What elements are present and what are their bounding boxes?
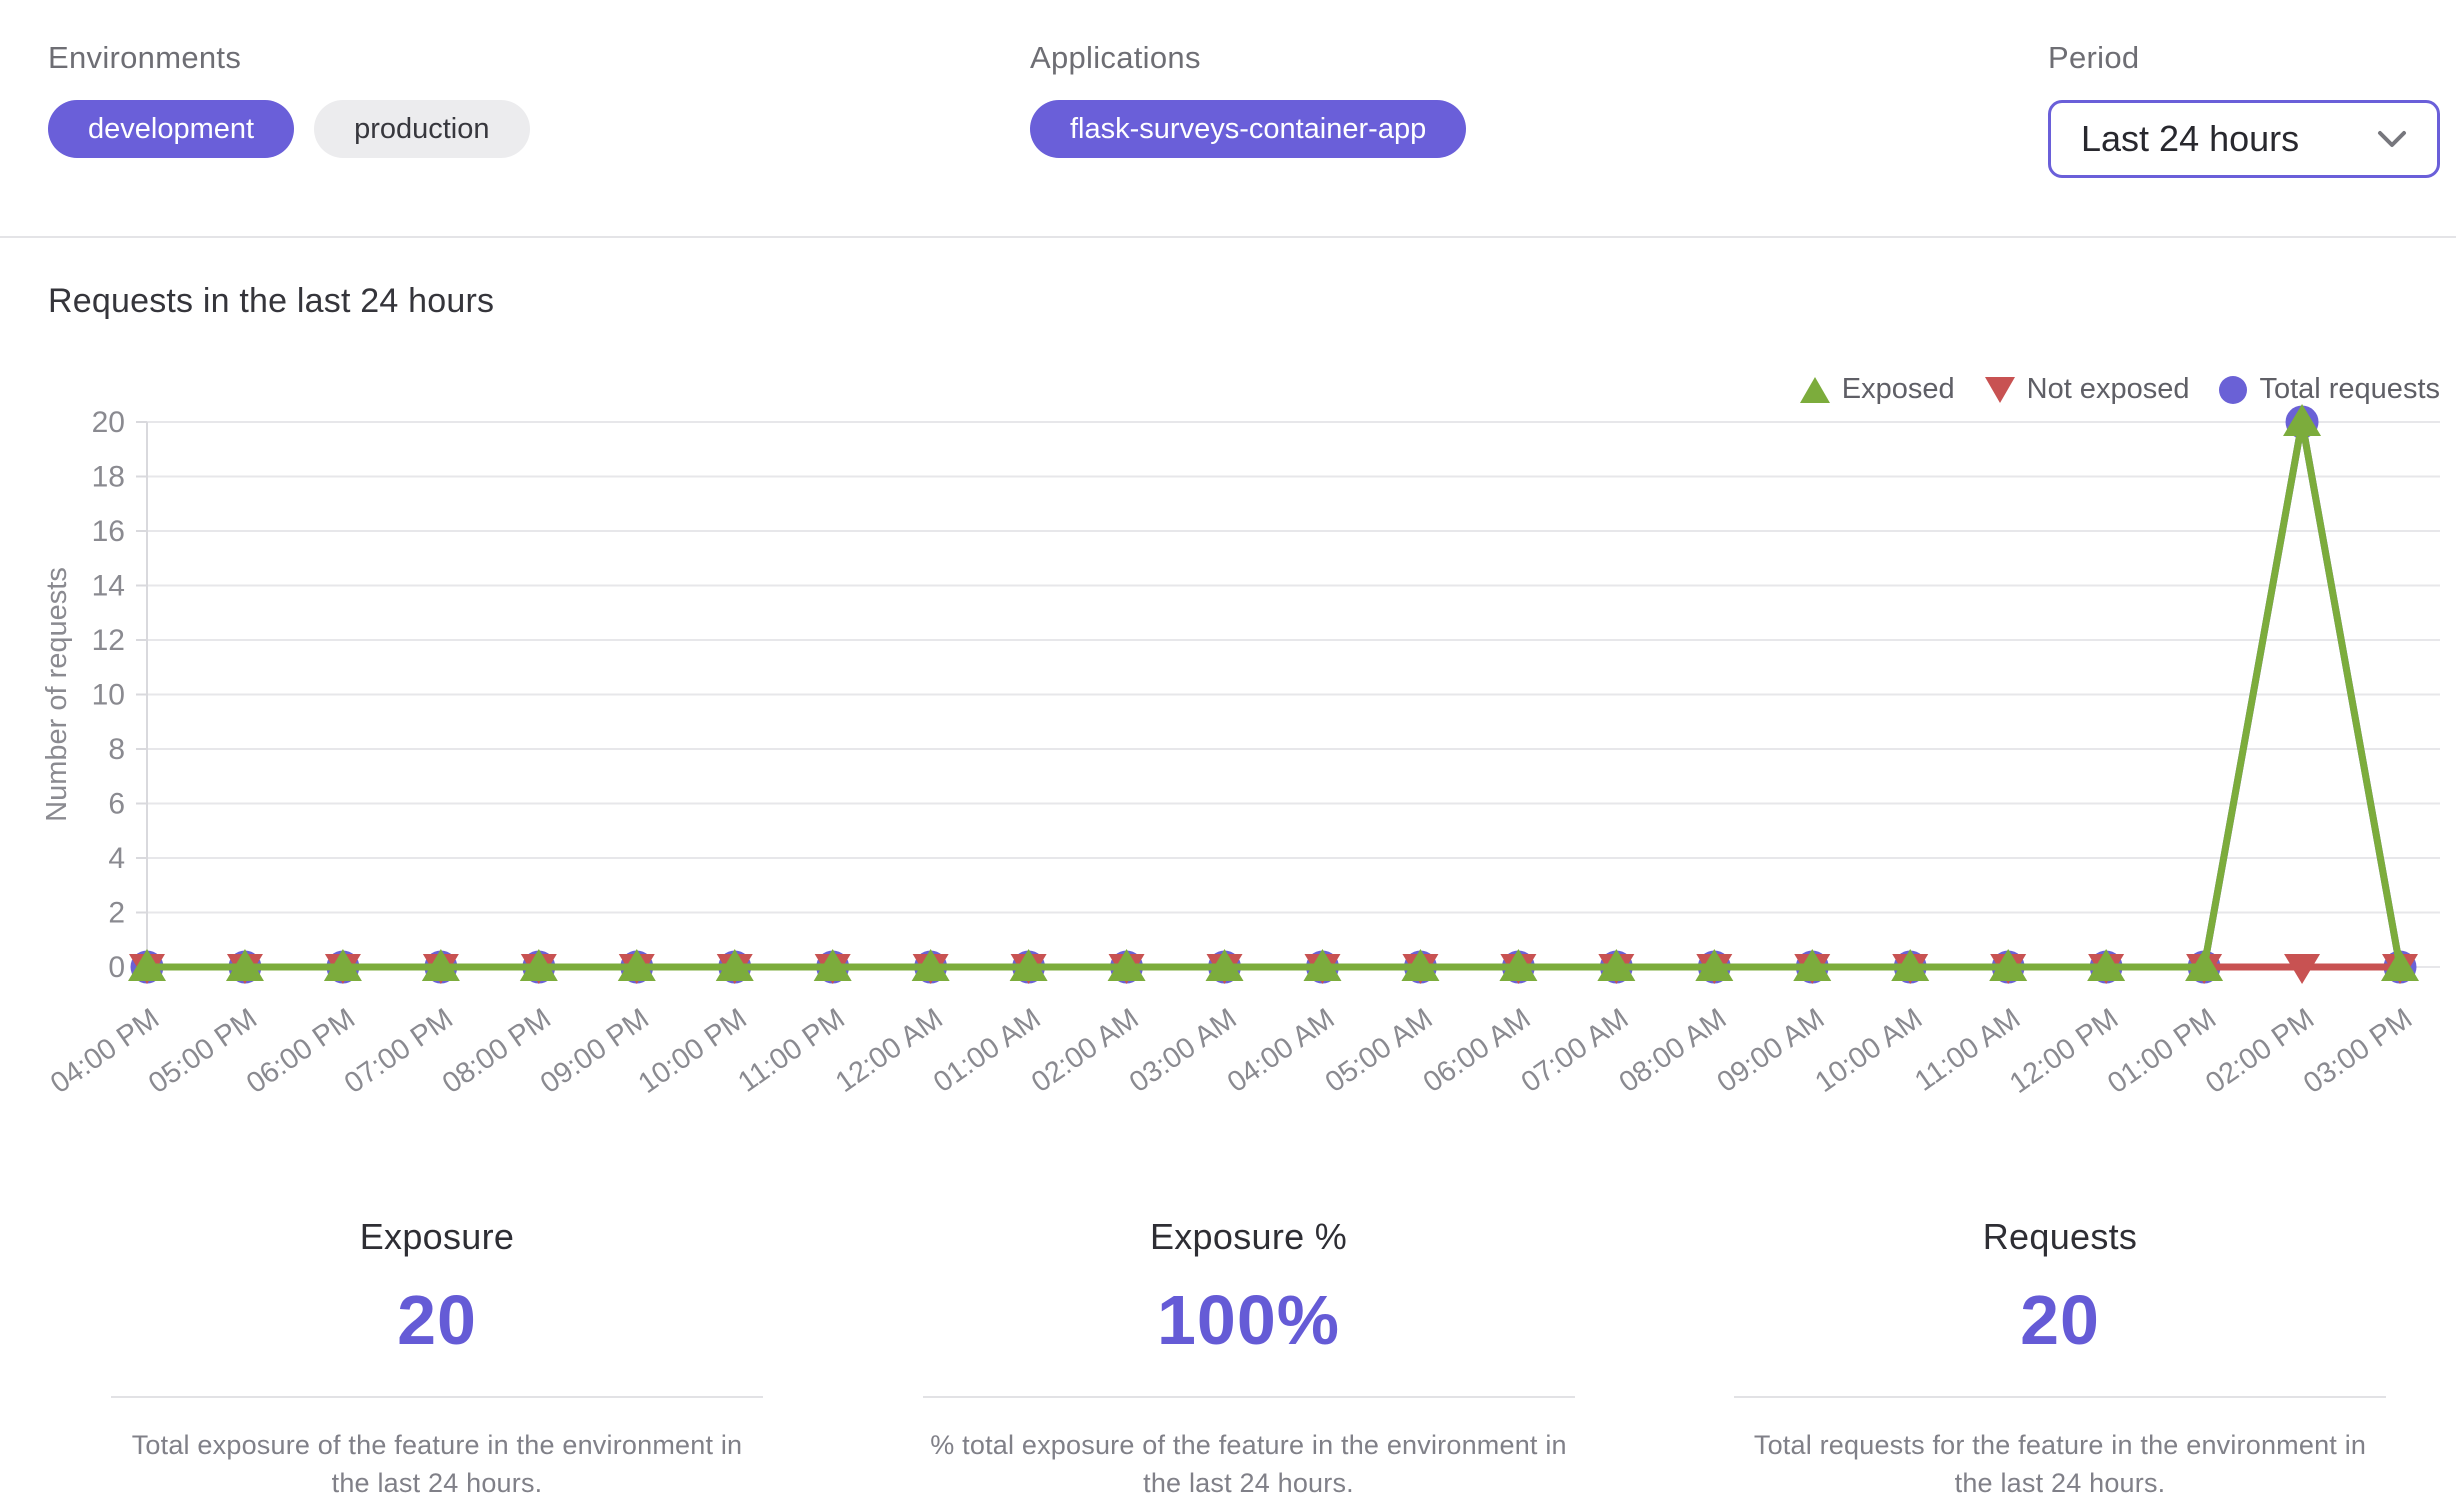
x-tick-label: 08:00 PM — [437, 1003, 557, 1100]
x-tick-label: 05:00 PM — [143, 1003, 263, 1100]
filter-bar: Environments development production Appl… — [0, 0, 2456, 178]
x-tick-label: 07:00 AM — [1516, 1003, 1635, 1099]
environment-chip-production[interactable]: production — [314, 100, 530, 158]
period-filter: Period Last 24 hours — [2048, 40, 2440, 178]
application-chips: flask-surveys-container-app — [1030, 100, 2048, 158]
y-tick-label: 6 — [108, 788, 125, 821]
x-tick-label: 01:00 AM — [928, 1003, 1047, 1099]
x-tick-label: 12:00 PM — [2004, 1003, 2124, 1100]
x-tick-label: 03:00 PM — [2298, 1003, 2418, 1100]
stat-description: Total exposure of the feature in the env… — [131, 1430, 743, 1499]
not-exposed-triangle-down-icon — [1984, 376, 2015, 403]
legend-label: Not exposed — [2026, 373, 2190, 405]
x-tick-label: 09:00 AM — [1712, 1003, 1831, 1099]
x-tick-label: 06:00 AM — [1418, 1003, 1537, 1099]
stat-title: Exposure % — [1149, 1216, 1348, 1257]
y-axis-label: Number of requests — [41, 567, 73, 822]
stat-title: Exposure — [359, 1216, 515, 1257]
x-tick-label: 12:00 AM — [830, 1003, 949, 1099]
applications-filter: Applications flask-surveys-container-app — [1030, 40, 2048, 158]
period-select-value: Last 24 hours — [2081, 118, 2300, 159]
legend-label: Total requests — [2259, 373, 2440, 405]
chart-title: Requests in the last 24 hours — [48, 282, 495, 320]
stat-requests: Requests 20 Total requests for the featu… — [1734, 1216, 2386, 1503]
y-tick-label: 0 — [108, 951, 125, 984]
x-tick-label: 04:00 AM — [1222, 1003, 1341, 1099]
x-tick-label: 10:00 PM — [633, 1003, 753, 1100]
x-tick-label: 08:00 AM — [1614, 1003, 1733, 1099]
y-tick-label: 18 — [92, 461, 125, 494]
x-tick-label: 06:00 PM — [241, 1003, 361, 1100]
environments-filter: Environments development production — [48, 40, 1030, 158]
chart-section: Exposed Not exposed Total requests 0 2 4 6 8… — [0, 337, 2456, 1112]
y-tick-label: 2 — [108, 897, 125, 930]
x-tick-label: 10:00 AM — [1810, 1003, 1929, 1099]
stat-exposure-percent: Exposure % 100% % total exposure of the … — [922, 1216, 1575, 1503]
stat-value: 100% — [1156, 1281, 1341, 1359]
period-label: Period — [2048, 40, 2140, 75]
stat-exposure: Exposure 20 Total exposure of the featur… — [111, 1216, 763, 1503]
x-tick-label: 03:00 AM — [1124, 1003, 1243, 1099]
x-tick-label: 11:00 AM — [1909, 1003, 2026, 1098]
y-tick-label: 16 — [92, 515, 125, 548]
legend-label: Exposed — [1841, 373, 1955, 405]
y-tick-label: 10 — [92, 679, 125, 712]
chevron-down-icon — [2378, 131, 2406, 147]
applications-label: Applications — [1030, 40, 1201, 75]
x-tick-label: 02:00 AM — [1026, 1003, 1145, 1099]
legend-item-exposed[interactable]: Exposed — [1799, 373, 1955, 406]
stat-title: Requests — [1982, 1216, 2138, 1257]
x-tick-label: 09:00 PM — [535, 1003, 655, 1100]
x-tick-label: 05:00 AM — [1320, 1003, 1439, 1099]
stat-value: 20 — [397, 1281, 477, 1359]
y-tick-label: 14 — [92, 570, 125, 603]
total-requests-circle-icon — [2219, 375, 2248, 404]
stats-row: Exposure 20 Total exposure of the featur… — [111, 1216, 2386, 1503]
requests-line-chart: 0 2 4 6 8 10 12 14 16 18 20 Number of requests 04:00… — [41, 404, 2440, 1100]
x-tick-label: 11:00 PM — [732, 1003, 850, 1099]
stat-description: % total exposure of the feature in the e… — [930, 1430, 1567, 1499]
stat-divider — [111, 1396, 763, 1398]
application-chip-flask-surveys-container-app[interactable]: flask-surveys-container-app — [1030, 100, 1467, 158]
chart-legend: Exposed Not exposed Total requests — [1799, 373, 2440, 406]
legend-item-total-requests[interactable]: Total requests — [2219, 373, 2440, 406]
environment-chips: development production — [48, 100, 1030, 158]
y-tick-label: 12 — [92, 624, 125, 657]
x-tick-label: 01:00 PM — [2102, 1003, 2222, 1100]
stat-description: Total requests for the feature in the en… — [1753, 1430, 2367, 1499]
stat-value: 20 — [2020, 1281, 2100, 1359]
period-select[interactable]: Last 24 hours — [2048, 100, 2440, 178]
environments-label: Environments — [48, 40, 242, 75]
legend-item-not-exposed[interactable]: Not exposed — [1984, 373, 2190, 406]
stat-divider — [1734, 1396, 2386, 1398]
x-tick-label: 07:00 PM — [339, 1003, 459, 1100]
x-tick-label: 04:00 PM — [45, 1003, 165, 1100]
x-tick-label: 02:00 PM — [2200, 1003, 2320, 1100]
exposed-triangle-up-icon — [1799, 376, 1830, 403]
y-tick-label: 20 — [92, 406, 125, 439]
environment-chip-development[interactable]: development — [48, 100, 295, 158]
section-divider — [0, 236, 2456, 238]
stat-divider — [922, 1396, 1575, 1398]
y-tick-label: 4 — [108, 842, 125, 875]
y-tick-label: 8 — [108, 733, 125, 766]
